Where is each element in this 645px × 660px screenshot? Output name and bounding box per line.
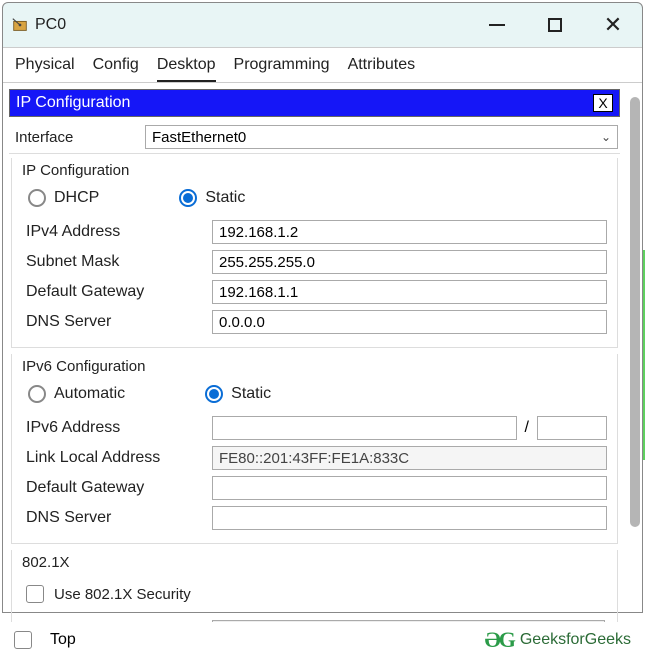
panel-close-button[interactable]: X [593, 94, 613, 112]
ipv6-prefix-sep: / [523, 419, 531, 437]
tab-physical[interactable]: Physical [15, 56, 75, 82]
ipv6-static-radio[interactable]: Static [205, 385, 271, 403]
ipv4-dns-input[interactable]: 0.0.0.0 [212, 310, 607, 334]
subnet-mask-label: Subnet Mask [22, 253, 212, 271]
radio-unselected-icon [28, 189, 46, 207]
ipv6-address-row: IPv6 Address / [22, 413, 607, 443]
content-area: IP Configuration X Interface FastEtherne… [3, 82, 642, 612]
minimize-icon [489, 24, 505, 26]
tab-config[interactable]: Config [93, 56, 139, 82]
ipv4-static-radio[interactable]: Static [179, 189, 245, 207]
ipv6-dns-label: DNS Server [22, 509, 212, 527]
ipv6-dns-row: DNS Server [22, 503, 607, 533]
static-label: Static [205, 189, 245, 207]
ipv4-dns-row: DNS Server 0.0.0.0 [22, 307, 607, 337]
ipv4-address-label: IPv4 Address [22, 223, 212, 241]
ipv4-gateway-input[interactable]: 192.168.1.1 [212, 280, 607, 304]
ipv4-dns-label: DNS Server [22, 313, 212, 331]
ipv6-gateway-row: Default Gateway [22, 473, 607, 503]
subnet-mask-input[interactable]: 255.255.255.0 [212, 250, 607, 274]
interface-label: Interface [15, 129, 145, 146]
window-controls: ✕ [468, 3, 642, 47]
use-8021x-row: Use 802.1X Security [22, 579, 607, 613]
window-title: PC0 [35, 16, 66, 34]
ipv4-address-row: IPv4 Address 192.168.1.2 [22, 217, 607, 247]
link-local-input[interactable]: FE80::201:43FF:FE1A:833C [212, 446, 607, 470]
ipv6-address-label: IPv6 Address [22, 419, 212, 437]
radio-unselected-icon [28, 385, 46, 403]
vertical-scrollbar[interactable] [630, 97, 640, 527]
dhcp-label: DHCP [54, 189, 99, 207]
footer-left: Top [14, 631, 76, 649]
chevron-down-icon: ⌄ [601, 130, 611, 144]
dot1x-group-title: 802.1X [18, 554, 74, 571]
titlebar[interactable]: PC0 ✕ [3, 3, 642, 47]
ipv4-gateway-row: Default Gateway 192.168.1.1 [22, 277, 607, 307]
link-local-label: Link Local Address [22, 449, 212, 467]
ipv6-mode-row: Automatic Static [22, 379, 607, 413]
brand-logo-icon: ƏG [484, 627, 513, 653]
app-icon [11, 16, 29, 34]
ipv6-group: IPv6 Configuration Automatic Static IPv6… [11, 354, 618, 544]
panel-title: IP Configuration [16, 94, 130, 112]
automatic-label: Automatic [54, 385, 125, 403]
subnet-mask-row: Subnet Mask 255.255.255.0 [22, 247, 607, 277]
ipv6-dns-input[interactable] [212, 506, 607, 530]
top-label: Top [50, 631, 76, 649]
interface-row: Interface FastEthernet0 ⌄ [9, 121, 620, 154]
ipv4-group: IP Configuration DHCP Static IPv4 Addres… [11, 158, 618, 348]
ipv6-group-title: IPv6 Configuration [18, 358, 149, 375]
use-8021x-label: Use 802.1X Security [54, 586, 191, 603]
interface-select[interactable]: FastEthernet0 ⌄ [145, 125, 618, 149]
use-8021x-checkbox[interactable] [26, 585, 44, 603]
tab-attributes[interactable]: Attributes [348, 56, 416, 82]
ipv4-address-input[interactable]: 192.168.1.2 [212, 220, 607, 244]
ipv6-prefix-input[interactable] [537, 416, 607, 440]
footer: Top ƏG GeeksforGeeks [2, 622, 643, 658]
maximize-button[interactable] [526, 3, 584, 47]
app-window: PC0 ✕ Physical Config Desktop Programmin… [2, 2, 643, 613]
ipv4-gateway-label: Default Gateway [22, 283, 212, 301]
static-label: Static [231, 385, 271, 403]
ipv6-gateway-label: Default Gateway [22, 479, 212, 497]
close-icon: ✕ [604, 12, 622, 38]
close-window-button[interactable]: ✕ [584, 3, 642, 47]
minimize-button[interactable] [468, 3, 526, 47]
tab-desktop[interactable]: Desktop [157, 56, 216, 82]
link-local-row: Link Local Address FE80::201:43FF:FE1A:8… [22, 443, 607, 473]
top-checkbox[interactable] [14, 631, 32, 649]
brand-text: GeeksforGeeks [520, 631, 631, 649]
tab-bar: Physical Config Desktop Programming Attr… [3, 47, 642, 82]
ipv6-address-input[interactable] [212, 416, 517, 440]
ipv6-auto-radio[interactable]: Automatic [28, 385, 125, 403]
ipv4-dhcp-radio[interactable]: DHCP [28, 189, 99, 207]
tab-programming[interactable]: Programming [234, 56, 330, 82]
ipv6-gateway-input[interactable] [212, 476, 607, 500]
panel-header: IP Configuration X [9, 89, 620, 117]
radio-selected-icon [179, 189, 197, 207]
brand: ƏG GeeksforGeeks [484, 627, 631, 653]
ipv4-mode-row: DHCP Static [22, 183, 607, 217]
maximize-icon [548, 18, 562, 32]
ipv4-group-title: IP Configuration [18, 162, 133, 179]
ip-config-panel: IP Configuration X Interface FastEtherne… [9, 89, 620, 651]
interface-value: FastEthernet0 [152, 129, 246, 146]
radio-selected-icon [205, 385, 223, 403]
ipv6-address-wrap: / [212, 416, 607, 440]
